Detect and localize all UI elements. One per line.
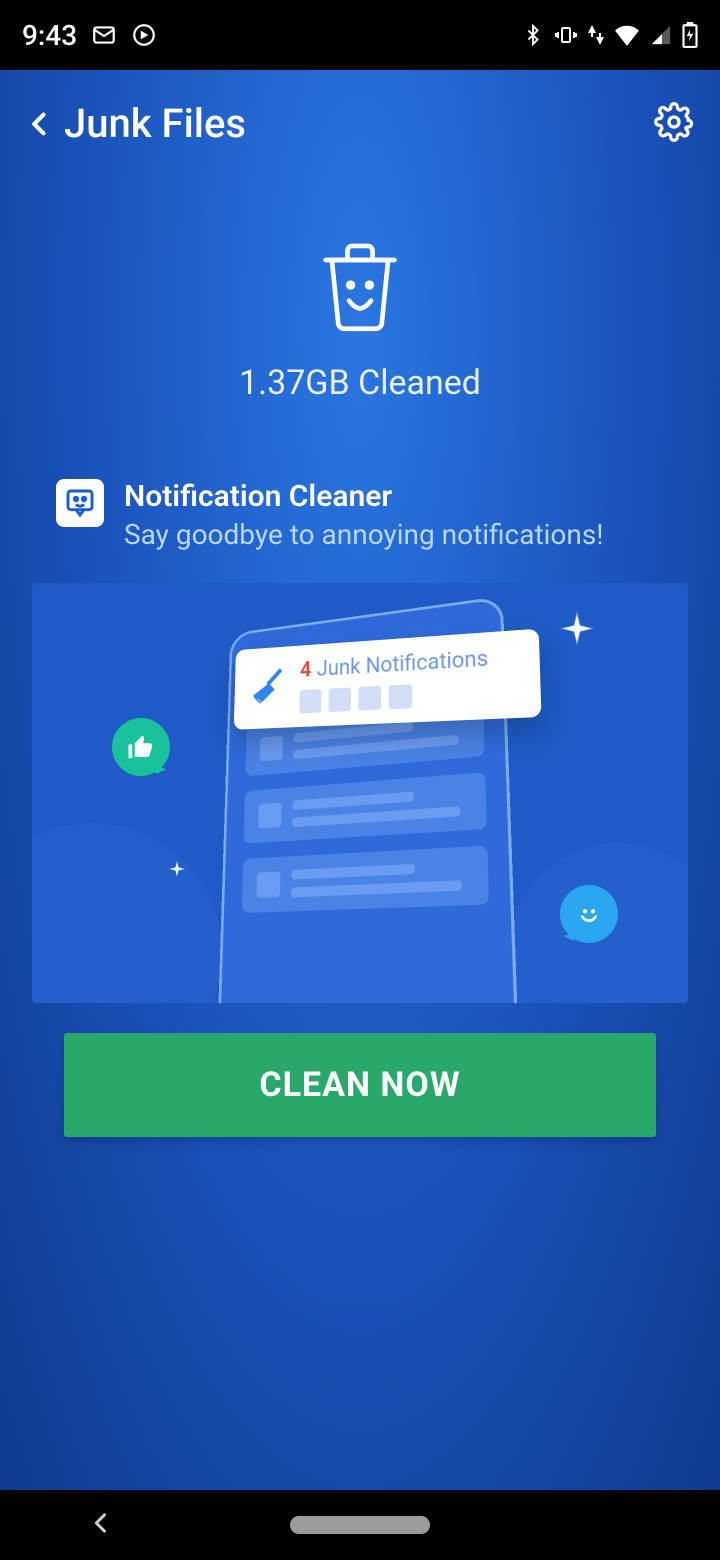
broom-icon bbox=[250, 667, 288, 709]
card-title: Notification Cleaner bbox=[124, 479, 604, 514]
decor-circle bbox=[32, 823, 222, 1003]
mail-icon bbox=[91, 22, 117, 48]
signal-icon bbox=[650, 24, 672, 46]
app-screen: Junk Files 1.37GB Cleaned Notification C… bbox=[0, 70, 720, 1490]
wifi-icon bbox=[614, 24, 640, 46]
list-item bbox=[244, 772, 487, 844]
clean-now-button[interactable]: CLEAN NOW bbox=[64, 1033, 656, 1137]
card-subtitle: Say goodbye to annoying notifications! bbox=[124, 518, 604, 551]
promo-card: Notification Cleaner Say goodbye to anno… bbox=[32, 473, 688, 1137]
media-icon bbox=[131, 22, 157, 48]
vibrate-icon bbox=[554, 23, 578, 47]
page-title: Junk Files bbox=[64, 100, 654, 147]
battery-icon bbox=[682, 22, 698, 48]
notif-text: 4Junk Notifications bbox=[300, 646, 489, 682]
result-text: 1.37GB Cleaned bbox=[239, 363, 481, 403]
notif-label: Junk Notifications bbox=[317, 646, 489, 681]
smile-icon bbox=[560, 885, 618, 943]
status-right bbox=[522, 22, 698, 48]
android-navbar bbox=[0, 1490, 720, 1560]
bluetooth-icon bbox=[522, 24, 544, 46]
nav-back-button[interactable] bbox=[87, 1509, 115, 1541]
settings-button[interactable] bbox=[654, 102, 694, 146]
thumbs-up-icon bbox=[112, 718, 170, 776]
data-icon bbox=[588, 25, 604, 45]
status-time: 9:43 bbox=[22, 19, 77, 52]
app-header: Junk Files bbox=[0, 70, 720, 165]
sparkle-icon bbox=[165, 859, 188, 884]
back-button[interactable] bbox=[26, 104, 54, 144]
result-section: 1.37GB Cleaned bbox=[0, 165, 720, 473]
card-illustration: 4Junk Notifications bbox=[32, 583, 688, 1003]
notif-count: 4 bbox=[300, 658, 312, 683]
nav-home-pill[interactable] bbox=[290, 1516, 430, 1534]
card-text: Notification Cleaner Say goodbye to anno… bbox=[124, 479, 604, 551]
sparkle-icon bbox=[556, 611, 598, 657]
card-header: Notification Cleaner Say goodbye to anno… bbox=[32, 473, 688, 565]
status-bar: 9:43 bbox=[0, 0, 720, 70]
status-left: 9:43 bbox=[22, 19, 157, 52]
notification-cleaner-icon bbox=[56, 479, 104, 527]
trash-smile-icon bbox=[310, 235, 410, 339]
list-item bbox=[242, 846, 489, 914]
